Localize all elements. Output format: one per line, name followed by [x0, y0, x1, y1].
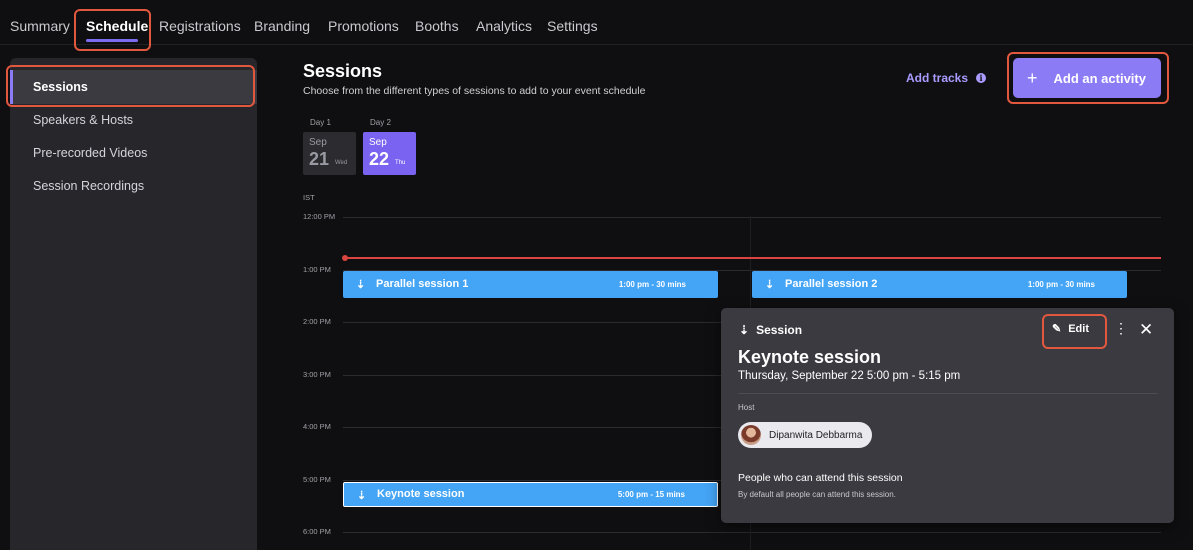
popover-type-label: Session	[756, 323, 803, 337]
session-icon: ⇣	[739, 323, 750, 337]
host-chip[interactable]: Dipanwita Debbarma	[738, 422, 872, 448]
attendance-subtext: By default all people can attend this se…	[738, 490, 896, 499]
tab-branding[interactable]: Branding	[254, 18, 310, 34]
schedule-page: Summary Schedule Registrations Branding …	[0, 0, 1193, 550]
tab-summary[interactable]: Summary	[10, 18, 70, 34]
page-title: Sessions	[303, 61, 383, 81]
sidebar-item-pre-recorded-videos[interactable]: Pre-recorded Videos	[10, 136, 257, 170]
hour-gridline	[343, 532, 1161, 533]
session-icon: ⇣	[765, 279, 775, 291]
popover-type: ⇣ Session	[739, 323, 802, 337]
more-vertical-icon[interactable]: ⋮	[1114, 320, 1128, 337]
edit-button[interactable]: ✎ Edit	[1052, 322, 1089, 336]
session-icon: ⇣	[357, 490, 367, 502]
day-1-label: Day 1	[310, 118, 331, 127]
day-2-date: 22	[369, 149, 390, 169]
timezone-label: IST	[303, 193, 315, 202]
host-label: Host	[738, 403, 755, 412]
session-details-popover: ⇣ Session ✎ Edit ⋮ ✕ Keynote session Thu…	[721, 308, 1174, 523]
session-time: 5:00 pm - 15 mins	[617, 490, 685, 499]
close-icon[interactable]: ✕	[1139, 320, 1153, 340]
session-icon: ⇣	[356, 279, 366, 291]
day-1-month: Sep	[309, 137, 327, 148]
session-name: Keynote session	[377, 488, 465, 500]
current-time-dot	[342, 255, 348, 261]
hour-label: 2:00 PM	[303, 317, 331, 326]
add-activity-button[interactable]: + Add an activity	[1013, 58, 1161, 98]
day-1-weekday: Wed	[335, 160, 348, 166]
hour-label: 12:00 PM	[303, 212, 336, 221]
day-2-card[interactable]: Sep 22 Thu	[363, 132, 416, 175]
page-subtitle: Choose from the different types of sessi…	[303, 85, 646, 97]
sidebar-item-sessions[interactable]: Sessions	[10, 70, 257, 104]
day-2-weekday: Thu	[395, 160, 406, 166]
day-2-label: Day 2	[370, 118, 391, 127]
tab-registrations[interactable]: Registrations	[159, 18, 241, 34]
active-tab-indicator	[86, 39, 138, 42]
session-time: 1:00 pm - 30 mins	[1027, 280, 1095, 289]
session-block-parallel-1[interactable]: ⇣ Parallel session 1 1:00 pm - 30 mins	[343, 271, 718, 298]
hour-label: 1:00 PM	[303, 265, 331, 274]
hour-label: 5:00 PM	[303, 475, 331, 484]
day-2-month: Sep	[369, 137, 387, 148]
tab-booths[interactable]: Booths	[415, 18, 459, 34]
sidebar-item-speakers-hosts[interactable]: Speakers & Hosts	[10, 103, 257, 137]
popover-date: Thursday, September 22 5:00 pm - 5:15 pm	[738, 370, 961, 382]
tab-promotions[interactable]: Promotions	[328, 18, 399, 34]
day-1-date: 21	[309, 149, 330, 169]
hour-label: 6:00 PM	[303, 527, 331, 536]
hour-label: 4:00 PM	[303, 422, 331, 431]
tab-analytics[interactable]: Analytics	[476, 18, 532, 34]
sidebar-item-session-recordings[interactable]: Session Recordings	[10, 169, 257, 203]
top-nav: Summary Schedule Registrations Branding …	[0, 0, 1193, 45]
session-name: Parallel session 1	[376, 278, 469, 290]
current-time-line	[345, 257, 1161, 259]
host-name: Dipanwita Debbarma	[769, 429, 863, 441]
add-tracks-link[interactable]: Add tracks i	[906, 71, 987, 85]
popover-divider	[738, 393, 1158, 394]
add-tracks-label: Add tracks	[906, 71, 969, 85]
info-icon[interactable]: i	[976, 73, 987, 83]
day-1-card[interactable]: Sep 21 Wed	[303, 132, 356, 175]
tab-settings[interactable]: Settings	[547, 18, 598, 34]
session-time: 1:00 pm - 30 mins	[618, 280, 686, 289]
session-block-keynote[interactable]: ⇣ Keynote session 5:00 pm - 15 mins	[343, 482, 718, 507]
pencil-icon: ✎	[1052, 323, 1062, 335]
add-activity-label: Add an activity	[1053, 70, 1146, 86]
edit-label: Edit	[1068, 322, 1089, 335]
sidebar: Sessions Speakers & Hosts Pre-recorded V…	[10, 58, 257, 550]
session-name: Parallel session 2	[785, 278, 878, 290]
hour-label: 3:00 PM	[303, 370, 331, 379]
session-block-parallel-2[interactable]: ⇣ Parallel session 2 1:00 pm - 30 mins	[752, 271, 1127, 298]
plus-icon: +	[1027, 67, 1038, 88]
hour-gridline	[343, 217, 1161, 218]
attendance-label: People who can attend this session	[738, 472, 903, 484]
avatar	[741, 425, 761, 445]
popover-title: Keynote session	[738, 347, 882, 367]
tab-schedule[interactable]: Schedule	[86, 18, 148, 34]
